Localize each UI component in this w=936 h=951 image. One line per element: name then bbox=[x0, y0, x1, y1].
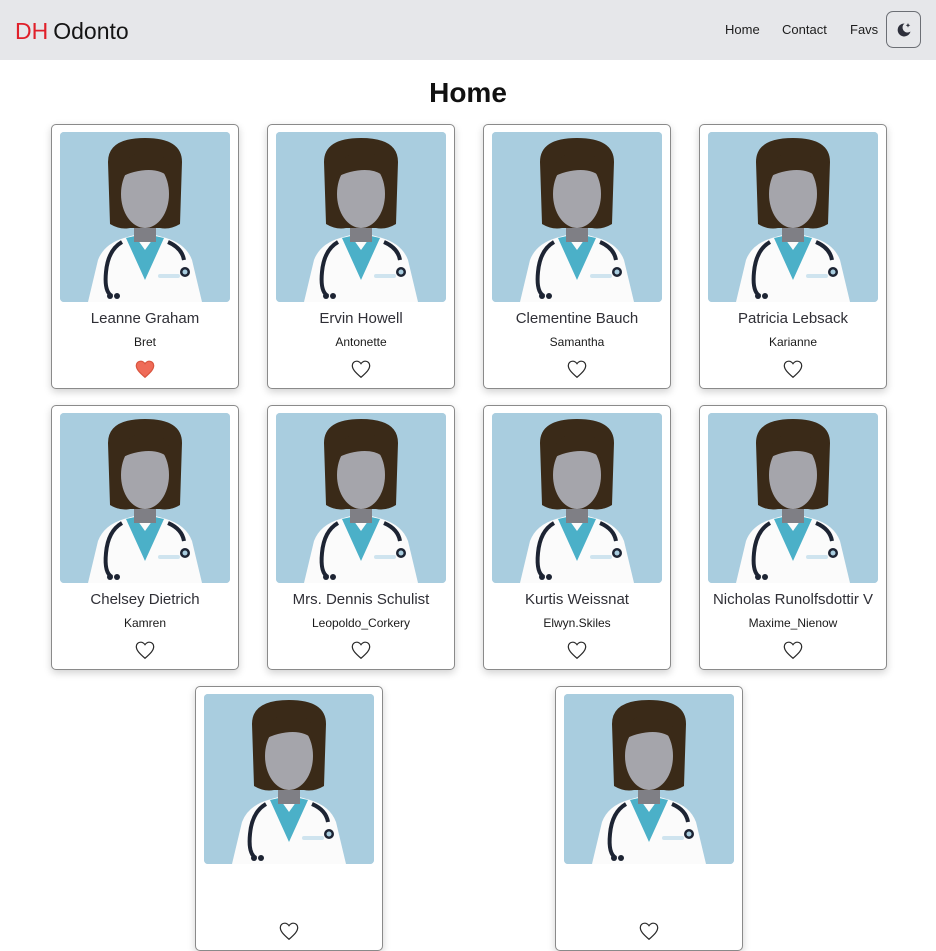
heart-icon bbox=[783, 641, 803, 660]
dentist-card[interactable]: Mrs. Dennis Schulist Leopoldo_Corkery bbox=[267, 405, 455, 670]
favorite-button[interactable] bbox=[565, 639, 589, 661]
favorite-button[interactable] bbox=[349, 639, 373, 661]
dentist-username: Karianne bbox=[768, 335, 818, 349]
dentist-username: Elwyn.Skiles bbox=[543, 616, 611, 630]
doctor-avatar bbox=[708, 413, 878, 583]
dentist-name: Patricia Lebsack bbox=[737, 310, 849, 327]
heart-icon bbox=[279, 922, 299, 941]
dentist-username: Samantha bbox=[549, 335, 605, 349]
doctor-avatar bbox=[60, 413, 230, 583]
dentist-card[interactable]: Leanne Graham Bret bbox=[51, 124, 239, 389]
doctor-avatar bbox=[276, 413, 446, 583]
doctor-avatar bbox=[60, 132, 230, 302]
dentist-card[interactable]: Ervin Howell Antonette bbox=[267, 124, 455, 389]
heart-icon bbox=[351, 641, 371, 660]
heart-icon bbox=[135, 360, 155, 379]
dentist-username: Antonette bbox=[335, 335, 387, 349]
heart-icon bbox=[639, 922, 659, 941]
favorite-button[interactable] bbox=[349, 358, 373, 380]
doctor-avatar bbox=[492, 132, 662, 302]
dentist-name: Kurtis Weissnat bbox=[525, 591, 629, 608]
favorite-button[interactable] bbox=[781, 639, 805, 661]
dentist-username: Bret bbox=[133, 335, 156, 349]
favorite-button[interactable] bbox=[637, 920, 661, 942]
dentist-username: Maxime_Nienow bbox=[748, 616, 838, 630]
dentist-name: Ervin Howell bbox=[319, 310, 403, 327]
heart-icon bbox=[135, 641, 155, 660]
dentist-card[interactable]: Clementine Bauch Samantha bbox=[483, 124, 671, 389]
dentist-username: Leopoldo_Corkery bbox=[311, 616, 411, 630]
heart-icon bbox=[351, 360, 371, 379]
heart-icon bbox=[783, 360, 803, 379]
favorite-button[interactable] bbox=[565, 358, 589, 380]
dentist-name: Chelsey Dietrich bbox=[90, 591, 200, 608]
heart-icon bbox=[567, 360, 587, 379]
dentist-username: Kamren bbox=[123, 616, 167, 630]
favorite-button[interactable] bbox=[133, 639, 157, 661]
dentist-card[interactable]: Patricia Lebsack Karianne bbox=[699, 124, 887, 389]
doctor-avatar bbox=[276, 132, 446, 302]
doctor-avatar bbox=[564, 694, 734, 864]
doctor-avatar bbox=[492, 413, 662, 583]
doctor-avatar bbox=[708, 132, 878, 302]
dentist-card[interactable] bbox=[195, 686, 383, 951]
dentist-card[interactable] bbox=[555, 686, 743, 951]
dentist-card[interactable]: Nicholas Runolfsdottir V Maxime_Nienow bbox=[699, 405, 887, 670]
doctor-avatar bbox=[204, 694, 374, 864]
dentist-name: Mrs. Dennis Schulist bbox=[292, 591, 430, 608]
dentist-name: Nicholas Runolfsdottir V bbox=[712, 591, 874, 608]
dentist-name: Leanne Graham bbox=[90, 310, 200, 327]
favorite-button[interactable] bbox=[781, 358, 805, 380]
favorite-button[interactable] bbox=[277, 920, 301, 942]
dentist-card[interactable]: Chelsey Dietrich Kamren bbox=[51, 405, 239, 670]
heart-icon bbox=[567, 641, 587, 660]
dentist-name: Clementine Bauch bbox=[515, 310, 639, 327]
dentist-grid: Leanne Graham Bret Ervin Howell Antonette … bbox=[0, 0, 936, 951]
dentist-card[interactable]: Kurtis Weissnat Elwyn.Skiles bbox=[483, 405, 671, 670]
favorite-button[interactable] bbox=[133, 358, 157, 380]
